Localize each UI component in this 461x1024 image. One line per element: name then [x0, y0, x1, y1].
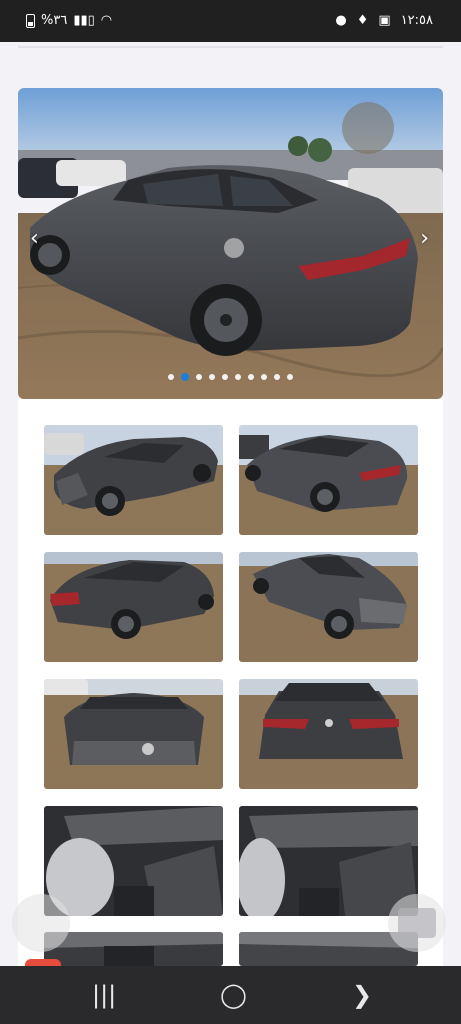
photo-gallery — [18, 399, 443, 966]
carousel-dot[interactable] — [287, 374, 293, 380]
listing-page[interactable]: ‹ › — [0, 42, 461, 966]
carousel-dots — [18, 373, 443, 381]
wifi-icon: ◠ — [100, 13, 113, 28]
battery-percent: %٣٦ — [41, 13, 68, 28]
prev-arrow-icon[interactable]: ‹ — [30, 228, 39, 250]
battery-icon — [26, 14, 35, 28]
thumbnail-7[interactable] — [44, 806, 223, 916]
thumbnail-1[interactable] — [44, 425, 223, 535]
carousel-dot[interactable] — [274, 374, 280, 380]
thumbnail-8[interactable] — [239, 806, 418, 916]
bulb-icon: ♦ — [356, 13, 369, 28]
thumbnail-2[interactable] — [239, 425, 418, 535]
hero-carousel[interactable]: ‹ › — [18, 88, 443, 399]
signal-icon: ▮▮▯ — [73, 13, 95, 28]
home-button[interactable]: ◯ — [220, 980, 247, 1010]
carousel-dot[interactable] — [235, 374, 241, 380]
carousel-dot[interactable] — [196, 374, 202, 380]
carousel-dot-active[interactable] — [181, 373, 189, 381]
floating-gallery-button[interactable] — [388, 894, 446, 952]
system-nav-bar: ||| ◯ ❯ — [0, 966, 461, 1024]
gallery-icon: ▣ — [378, 13, 391, 28]
floating-button-left[interactable] — [12, 894, 70, 952]
clock-time: ١٢:٥٨ — [400, 13, 433, 28]
recent-apps-button[interactable]: ||| — [92, 980, 116, 1010]
carousel-dot[interactable] — [248, 374, 254, 380]
gallery-grid-icon — [398, 908, 436, 938]
carousel-dot[interactable] — [168, 374, 174, 380]
divider — [18, 46, 443, 48]
hero-photo — [18, 88, 443, 399]
thumbnail-3[interactable] — [44, 552, 223, 662]
chat-icon: ● — [335, 13, 347, 28]
carousel-dot[interactable] — [261, 374, 267, 380]
thumbnail-6[interactable] — [239, 679, 418, 789]
status-right: ● ♦ ▣ ١٢:٥٨ — [335, 13, 433, 29]
next-arrow-icon[interactable]: › — [420, 228, 429, 250]
thumbnail-5[interactable] — [44, 679, 223, 789]
back-button[interactable]: ❯ — [352, 980, 372, 1010]
thumbnail-9[interactable] — [44, 932, 223, 966]
carousel-dot[interactable] — [209, 374, 215, 380]
status-left: %٣٦ ▮▮▯ ◠ — [26, 13, 112, 29]
status-bar: %٣٦ ▮▮▯ ◠ ● ♦ ▣ ١٢:٥٨ — [0, 0, 461, 42]
carousel-dot[interactable] — [222, 374, 228, 380]
thumbnail-4[interactable] — [239, 552, 418, 662]
